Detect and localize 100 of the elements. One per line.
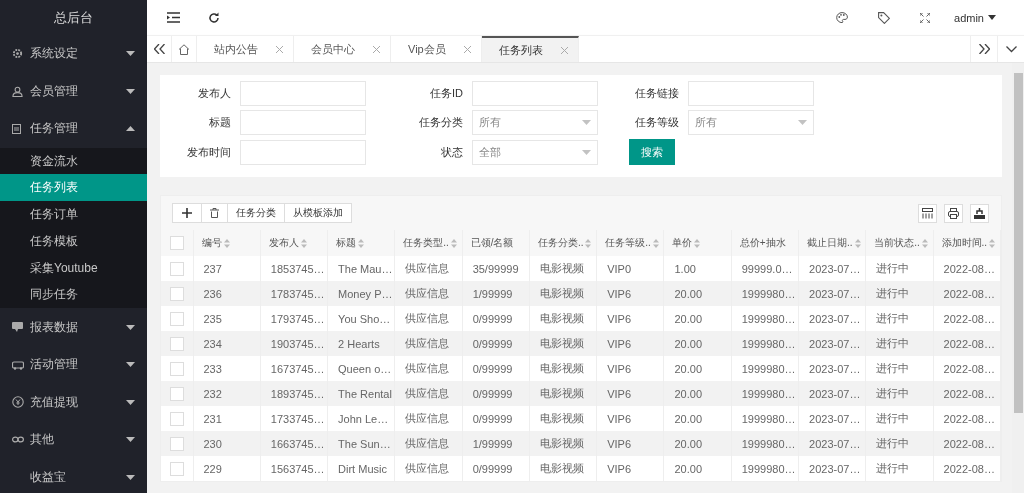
row-checkbox[interactable] — [169, 286, 184, 301]
search-button[interactable]: 搜索 — [629, 139, 675, 165]
table-cell: 20.00 — [663, 331, 732, 356]
chevron-down-icon[interactable] — [1005, 45, 1017, 53]
submenu-item[interactable]: 同步任务 — [0, 281, 147, 309]
tag-icon[interactable] — [878, 11, 891, 24]
sidebar-item[interactable]: 系统设定 — [0, 35, 147, 73]
sidebar-item[interactable]: 充值提现 — [0, 383, 147, 421]
table-cell: 2023-07… — [798, 331, 866, 356]
table-cell: 1999980… — [731, 456, 799, 481]
double-chevron-right-icon[interactable] — [978, 44, 990, 54]
sidebar-item[interactable]: 其他 — [0, 420, 147, 459]
sort-icon[interactable] — [450, 238, 457, 248]
input-field[interactable] — [240, 81, 366, 106]
column-header[interactable]: 任务分类.. — [529, 230, 597, 256]
menu-collapse-icon[interactable] — [167, 12, 180, 23]
sort-icon[interactable] — [223, 238, 230, 248]
submenu-item[interactable]: 任务列表 — [0, 174, 147, 202]
sort-icon[interactable] — [585, 238, 592, 248]
sidebar-item[interactable]: 收益宝 — [0, 458, 147, 493]
home-icon[interactable] — [178, 43, 190, 55]
fullscreen-icon[interactable] — [920, 12, 931, 23]
sort-icon[interactable] — [358, 238, 365, 248]
close-icon[interactable] — [276, 45, 283, 53]
print-button[interactable] — [944, 203, 963, 223]
printer-icon[interactable] — [948, 207, 959, 219]
column-header[interactable]: 单价 — [663, 230, 732, 256]
sidebar-item-label: 充值提现 — [30, 393, 79, 411]
column-header[interactable]: 当前状态.. — [865, 230, 934, 256]
add-button[interactable] — [172, 203, 202, 223]
double-chevron-left-icon[interactable] — [153, 44, 165, 54]
plus-icon[interactable] — [182, 208, 192, 218]
export-icon[interactable] — [974, 207, 985, 219]
table-cell: The Rental — [327, 381, 395, 406]
row-checkbox[interactable] — [169, 411, 184, 426]
column-header[interactable]: 编号 — [193, 230, 261, 256]
row-checkbox[interactable] — [169, 311, 184, 326]
table-cell: 2023-07… — [798, 281, 866, 306]
field-label: 发布时间 — [186, 144, 231, 160]
row-checkbox[interactable] — [169, 361, 184, 376]
submenu-item[interactable]: 采集Youtube — [0, 254, 147, 282]
column-header[interactable]: 已领/名额 — [462, 230, 530, 256]
refresh-icon[interactable] — [208, 11, 220, 24]
columns-icon[interactable] — [922, 207, 933, 219]
coin-icon — [12, 396, 24, 409]
column-header[interactable]: 发布人 — [260, 230, 328, 256]
sort-icon[interactable] — [854, 238, 861, 248]
column-header[interactable]: 任务类型.. — [394, 230, 463, 256]
column-header[interactable]: 添加时间.. — [933, 230, 1001, 256]
table-cell: Dirt Music — [327, 456, 395, 481]
column-header[interactable]: 标题 — [327, 230, 395, 256]
export-button[interactable] — [970, 203, 989, 223]
input-field[interactable] — [240, 139, 366, 165]
submenu-item[interactable]: 任务模板 — [0, 227, 147, 255]
sidebar-item[interactable]: 会员管理 — [0, 72, 147, 110]
row-checkbox[interactable] — [169, 461, 184, 476]
table-cell: 229 — [193, 456, 261, 481]
page-tab[interactable]: 任务列表 — [481, 36, 579, 62]
select-field[interactable]: 全部 — [472, 139, 598, 165]
palette-icon[interactable] — [836, 12, 849, 23]
row-checkbox[interactable] — [169, 336, 184, 351]
sort-icon[interactable] — [652, 238, 659, 248]
column-header[interactable]: 总价+抽水 — [731, 230, 799, 256]
sort-icon[interactable] — [694, 238, 701, 248]
sort-icon[interactable] — [989, 238, 996, 248]
column-header[interactable]: 截止日期.. — [798, 230, 866, 256]
trash-icon[interactable] — [210, 208, 219, 218]
user-menu[interactable]: admin — [954, 11, 984, 24]
input-field[interactable] — [688, 81, 814, 106]
field-label: 标题 — [208, 115, 231, 130]
sidebar-item[interactable]: 报表数据 — [0, 308, 147, 346]
sidebar-item-label: 系统设定 — [30, 45, 79, 63]
select-field[interactable]: 所有 — [472, 110, 598, 135]
page-tab[interactable]: Vip会员 — [391, 36, 482, 62]
toolbar-button[interactable]: 从模板添加 — [285, 203, 352, 223]
page-tab[interactable]: 会员中心 — [294, 36, 391, 62]
row-checkbox[interactable] — [169, 436, 184, 451]
input-field[interactable] — [472, 81, 598, 106]
table-cell: 供应信息 — [394, 431, 463, 456]
table-cell: 1/99999 — [462, 281, 530, 306]
row-checkbox[interactable] — [169, 261, 184, 276]
row-checkbox[interactable] — [169, 386, 184, 401]
close-icon[interactable] — [463, 45, 471, 53]
sort-icon[interactable] — [300, 238, 307, 248]
toolbar-button[interactable]: 任务分类 — [228, 203, 285, 223]
page-tab[interactable]: 站内公告 — [197, 36, 294, 62]
sidebar-item-label: 收益宝 — [30, 468, 67, 486]
select-all-checkbox[interactable] — [169, 236, 184, 250]
close-icon[interactable] — [373, 45, 380, 53]
input-field[interactable] — [240, 110, 366, 135]
submenu-item[interactable]: 任务订单 — [0, 201, 147, 228]
sort-icon[interactable] — [921, 238, 928, 248]
sidebar-item[interactable]: 任务管理 — [0, 110, 147, 148]
column-header[interactable]: 任务等级.. — [596, 230, 664, 256]
columns-button[interactable] — [918, 203, 937, 223]
select-field[interactable]: 所有 — [688, 110, 814, 135]
submenu-item[interactable]: 资金流水 — [0, 147, 147, 175]
close-icon[interactable] — [560, 46, 568, 54]
sidebar-item[interactable]: 活动管理 — [0, 345, 147, 384]
delete-button[interactable] — [202, 203, 228, 223]
